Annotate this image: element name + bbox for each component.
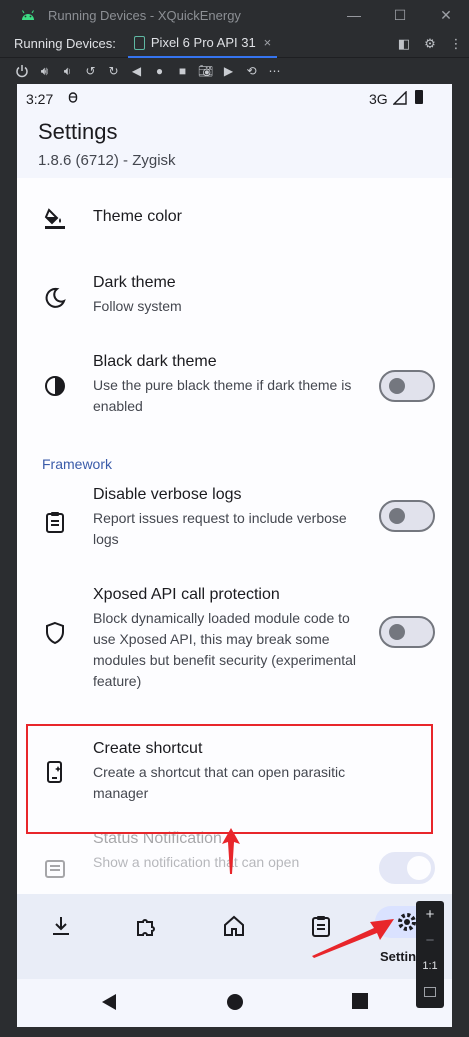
status-bar: 3:27 3G <box>17 84 452 114</box>
item-title: Disable verbose logs <box>93 486 242 503</box>
layout-icon[interactable]: ◧ <box>391 36 417 52</box>
switch-knob <box>389 624 405 640</box>
switch-knob <box>389 508 405 524</box>
volume-down-icon[interactable]: 🔉︎ <box>56 60 79 82</box>
battery-icon <box>415 90 423 104</box>
nav-download-icon[interactable] <box>39 914 83 958</box>
switch-knob <box>407 856 431 880</box>
device-tab[interactable]: Pixel 6 Pro API 31 × <box>127 30 278 58</box>
camera-icon[interactable]: 📷︎ <box>194 60 217 82</box>
power-icon[interactable] <box>10 60 33 82</box>
zoom-out-button[interactable]: − <box>416 927 444 953</box>
window-title: Running Devices - XQuickEnergy <box>48 7 241 23</box>
zoom-in-button[interactable]: + <box>416 901 444 927</box>
system-overview-icon[interactable] <box>352 993 368 1009</box>
shield-icon <box>43 621 67 645</box>
status-time: 3:27 <box>26 91 54 107</box>
verbose-logs-switch[interactable] <box>379 500 435 532</box>
more-options-icon[interactable]: ⋮ <box>443 36 469 52</box>
ide-title-bar: Running Devices - XQuickEnergy — ☐ ✕ <box>0 0 469 30</box>
list-item-xposed-api-protection[interactable]: Xposed API call protection Block dynamic… <box>17 563 452 703</box>
switch-knob <box>389 378 405 394</box>
item-title: Xposed API call protection <box>93 586 280 603</box>
running-devices-label: Running Devices: <box>14 36 116 51</box>
list-item-theme-color[interactable]: Theme color <box>17 178 452 258</box>
app-bar: Settings 1.8.6 (6712) - Zygisk <box>17 114 452 178</box>
zoom-controls: + − 1:1 <box>416 901 444 1008</box>
clipboard-icon <box>43 510 67 534</box>
nav-puzzle-icon[interactable] <box>124 914 168 958</box>
more-icon[interactable]: ⋯ <box>263 60 286 82</box>
item-summary: Report issues request to include verbose… <box>93 510 347 547</box>
minimize-button[interactable]: — <box>331 0 377 30</box>
version-subtitle: 1.8.6 (6712) - Zygisk <box>38 152 176 169</box>
item-title: Theme color <box>93 208 182 225</box>
zoom-fit-icon[interactable] <box>416 979 444 1005</box>
annotation-highlight-box <box>26 724 433 834</box>
page-title: Settings <box>38 119 118 144</box>
item-summary: Block dynamically loaded module code to … <box>93 610 357 689</box>
close-tab-icon[interactable]: × <box>264 35 272 50</box>
maximize-button[interactable]: ☐ <box>377 0 423 30</box>
notification-list-icon <box>43 857 67 881</box>
settings-gear-icon[interactable]: ⚙ <box>417 36 443 52</box>
item-summary: Follow system <box>93 298 182 314</box>
home-button-icon[interactable]: ● <box>148 60 171 82</box>
device-toolbar: 🔊︎ 🔉︎ ↺ ↻ ◀ ● ■ 📷︎ ▶ ⟲ ⋯ <box>0 58 469 84</box>
close-window-button[interactable]: ✕ <box>423 0 469 30</box>
item-title: Black dark theme <box>93 353 217 370</box>
nav-home-icon[interactable] <box>212 914 256 958</box>
back-icon[interactable]: ◀ <box>125 60 148 82</box>
contrast-icon <box>43 374 67 398</box>
annotation-arrow-up <box>222 828 240 874</box>
device-tab-label: Pixel 6 Pro API 31 <box>150 35 256 50</box>
overview-icon[interactable]: ■ <box>171 60 194 82</box>
android-logo-icon <box>22 10 34 20</box>
section-header-framework: Framework <box>42 456 113 472</box>
paint-bucket-icon <box>43 206 67 230</box>
moon-icon <box>43 286 67 310</box>
zoom-actual-size-button[interactable]: 1:1 <box>416 953 444 979</box>
system-navigation-bar <box>17 979 452 1027</box>
list-item-black-dark-theme[interactable]: Black dark theme Use the pure black them… <box>17 338 452 438</box>
api-protection-switch[interactable] <box>379 616 435 648</box>
list-item-dark-theme[interactable]: Dark theme Follow system <box>17 258 452 338</box>
signal-icon <box>393 91 407 105</box>
item-title: Dark theme <box>93 274 176 291</box>
black-theme-switch[interactable] <box>379 370 435 402</box>
system-back-icon[interactable] <box>101 993 117 1011</box>
device-icon <box>133 35 145 50</box>
status-notification-switch[interactable] <box>379 852 435 884</box>
item-summary: Use the pure black theme if dark theme i… <box>93 377 352 414</box>
debug-bug-icon <box>68 92 78 103</box>
volume-up-icon[interactable]: 🔊︎ <box>33 60 56 82</box>
network-type: 3G <box>369 91 388 107</box>
reset-icon[interactable]: ⟲ <box>240 60 263 82</box>
annotation-arrow-right <box>312 919 394 958</box>
running-devices-tabs: Running Devices: Pixel 6 Pro API 31 × ◧ … <box>0 30 469 58</box>
device-screen[interactable]: 3:27 3G Settings 1.8.6 (6712) - Zygisk T… <box>17 84 452 1027</box>
record-video-icon[interactable]: ▶ <box>217 60 240 82</box>
list-item-disable-verbose-logs[interactable]: Disable verbose logs Report issues reque… <box>17 483 452 563</box>
rotate-right-icon[interactable]: ↻ <box>102 60 125 82</box>
rotate-left-icon[interactable]: ↺ <box>79 60 102 82</box>
system-home-icon[interactable] <box>226 993 244 1011</box>
